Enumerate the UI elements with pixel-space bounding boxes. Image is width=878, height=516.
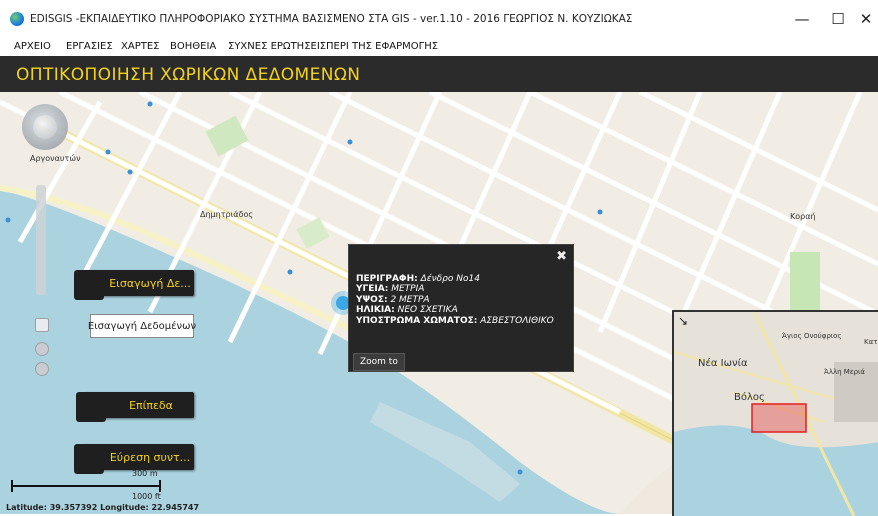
menu-about[interactable]: ΠΕΡΙ ΤΗΣ ΕΦΑΡΜΟΓΗΣ <box>326 41 438 52</box>
menu-maps[interactable]: ΧΑΡΤΕΣ <box>121 41 159 52</box>
minimize-button[interactable]: — <box>782 6 822 32</box>
collapse-overview-icon[interactable]: ↘ <box>678 314 688 328</box>
feature-info-popup: ✖ ΠΕΡΙΓΡΑΦΗ: Δένδρο Νο14 ΥΓΕΙΑ: ΜΕΤΡΙΑ Υ… <box>348 244 574 372</box>
data-entry-tooltip[interactable]: Εισαγωγή Δεδομένων <box>88 314 196 338</box>
hand-icon[interactable] <box>35 318 49 332</box>
place-label: Νέα Ιωνία <box>698 358 748 369</box>
layers-button[interactable]: Επίπεδα <box>76 392 194 422</box>
menu-file[interactable]: ΑΡΧΕΙΟ <box>14 41 51 52</box>
close-button[interactable]: ✕ <box>846 6 878 32</box>
street-label: Δημητριάδος <box>200 210 254 219</box>
overview-map[interactable]: ↘ Νέα Ιωνία Άγιος Ονούφριος Άλλη Μεριά Β… <box>672 310 878 516</box>
find-coordinates-button[interactable]: Εύρεση συντ... <box>74 444 194 474</box>
menu-faq[interactable]: ΣΥΧΝΕΣ ΕΡΩΤΗΣΕΙΣ <box>228 41 326 52</box>
menu-bar: ΑΡΧΕΙΟ ΕΡΓΑΣΙΕΣ ΧΑΡΤΕΣ ΒΟΗΘΕΙΑ ΣΥΧΝΕΣ ΕΡ… <box>0 38 878 56</box>
attr-row: ΥΠΟΣΤΡΩΜΑ ΧΩΜΑΤΟΣ: ΑΣΒΕΣΤΟΛΙΘΙΚΟ <box>356 315 554 326</box>
scale-bar: 300 m 1000 ft <box>10 469 180 506</box>
place-label: Άλλη Μεριά <box>824 368 866 376</box>
page-title: ΟΠΤΙΚΟΠΟΙΗΣΗ ΧΩΡΙΚΩΝ ΔΕΔΟΜΕΝΩΝ <box>16 65 361 85</box>
scale-metric: 300 m <box>132 469 158 478</box>
place-label: Άγιος Ονούφριος <box>782 332 842 340</box>
place-label: Κατ <box>864 338 878 346</box>
attr-row: ΗΛΙΚΙΑ: ΝΕΟ ΣΧΕΤΙΚΑ <box>356 305 458 316</box>
attr-row: ΥΨΟΣ: 2 ΜΕΤΡΑ <box>356 294 430 305</box>
scale-imperial: 1000 ft <box>132 492 161 501</box>
popup-close-icon[interactable]: ✖ <box>556 249 567 264</box>
attr-row: ΠΕΡΙΓΡΑΦΗ: Δένδρο Νο14 <box>356 274 480 284</box>
zoom-out-tool-icon[interactable] <box>35 362 49 376</box>
zoom-in-tool-icon[interactable] <box>35 342 49 356</box>
window-title: EDISGIS -ΕΚΠΑΙΔΕΥΤΙΚΟ ΠΛΗΡΟΦΟΡΙΑΚΟ ΣΥΣΤΗ… <box>30 13 633 25</box>
page-header: ΟΠΤΙΚΟΠΟΙΗΣΗ ΧΩΡΙΚΩΝ ΔΕΔΟΜΕΝΩΝ <box>0 56 878 92</box>
street-label: Κοραή <box>790 212 816 221</box>
window-titlebar: EDISGIS -ΕΚΠΑΙΔΕΥΤΙΚΟ ΠΛΗΡΟΦΟΡΙΑΚΟ ΣΥΣΤΗ… <box>0 0 878 38</box>
attr-row: ΥΓΕΙΑ: ΜΕΤΡΙΑ <box>356 284 425 295</box>
place-label: Βόλος <box>734 392 765 403</box>
cursor-coordinates: Latitude: 39.357392 Longitude: 22.945747 <box>6 503 200 512</box>
popup-attributes: ΠΕΡΙΓΡΑΦΗ: Δένδρο Νο14 ΥΓΕΙΑ: ΜΕΤΡΙΑ ΥΨΟ… <box>356 274 554 326</box>
menu-help[interactable]: ΒΟΗΘΕΙΑ <box>170 41 216 52</box>
pan-center[interactable] <box>33 115 57 139</box>
zoom-to-button[interactable]: Zoom to <box>353 353 405 371</box>
street-label: Αργοναυτών <box>30 154 81 163</box>
menu-tasks[interactable]: ΕΡΓΑΣΙΕΣ <box>66 41 113 52</box>
pan-control[interactable] <box>22 104 68 150</box>
data-entry-button[interactable]: Εισαγωγή Δε... <box>74 270 194 300</box>
zoom-slider[interactable] <box>36 185 46 295</box>
overview-basemap <box>674 312 878 516</box>
globe-icon <box>10 12 24 26</box>
